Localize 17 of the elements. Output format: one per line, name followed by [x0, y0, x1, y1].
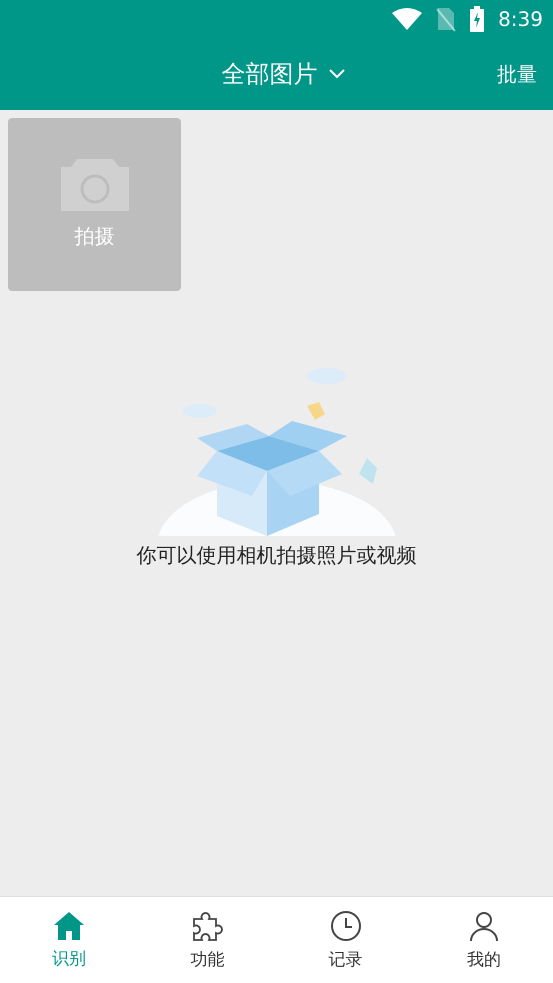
capture-tile[interactable]: 拍摄 [8, 118, 181, 291]
nav-tab[interactable]: 我的 [414, 897, 553, 983]
clock-icon [330, 910, 362, 942]
no-sim-icon [436, 6, 456, 32]
nav-tab[interactable]: 功能 [138, 897, 276, 983]
chevron-down-icon [328, 68, 346, 80]
battery-icon [470, 6, 484, 32]
batch-button[interactable]: 批量 [497, 60, 537, 88]
home-icon [53, 910, 86, 940]
nav-tab[interactable]: 记录 [276, 897, 415, 983]
person-icon [468, 910, 500, 942]
nav-tab[interactable]: 识别 [0, 897, 138, 983]
album-dropdown[interactable]: 全部图片 [222, 58, 346, 90]
puzzle-icon [191, 910, 224, 942]
empty-message: 你可以使用相机拍摄照片或视频 [136, 542, 416, 569]
status-time: 8:39 [498, 7, 543, 31]
wifi-icon [392, 8, 422, 30]
